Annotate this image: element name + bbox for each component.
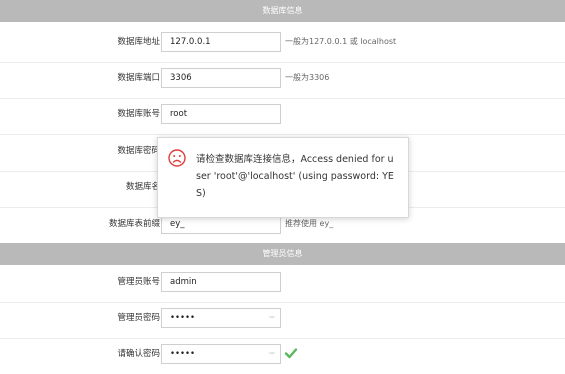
admin-user-row: 管理员账号 admin bbox=[0, 262, 565, 303]
db-user-row: 数据库账号 root bbox=[0, 94, 565, 135]
admin-confirm-row: 请确认密码 ••••• ᵕ·ᵕ bbox=[0, 334, 565, 374]
db-name-label: 数据库名 bbox=[125, 182, 160, 192]
admin-password-value: ••••• bbox=[170, 313, 196, 323]
admin-user-label: 管理员账号 bbox=[117, 277, 160, 287]
db-port-input[interactable]: 3306 bbox=[161, 68, 281, 88]
error-message: 请检查数据库连接信息，Access denied for user 'root'… bbox=[196, 154, 394, 199]
eye-closed-icon[interactable]: ᵕ·ᵕ bbox=[269, 309, 275, 327]
admin-confirm-label: 请确认密码 bbox=[117, 349, 160, 359]
admin-password-input[interactable]: ••••• ᵕ·ᵕ bbox=[161, 308, 281, 328]
db-user-label: 数据库账号 bbox=[117, 109, 160, 119]
db-host-label: 数据库地址 bbox=[117, 37, 160, 47]
db-host-row: 数据库地址 127.0.0.1 一般为127.0.0.1 或 localhost bbox=[0, 22, 565, 63]
db-port-hint: 一般为3306 bbox=[285, 73, 330, 82]
sad-face-icon bbox=[168, 149, 186, 167]
db-password-label: 数据库密码 bbox=[117, 146, 160, 156]
admin-user-input[interactable]: admin bbox=[161, 272, 281, 292]
check-icon bbox=[284, 348, 298, 359]
admin-confirm-value: ••••• bbox=[170, 349, 196, 359]
admin-confirm-input[interactable]: ••••• ᵕ·ᵕ bbox=[161, 344, 281, 364]
db-host-input[interactable]: 127.0.0.1 bbox=[161, 32, 281, 52]
admin-password-row: 管理员密码 ••••• ᵕ·ᵕ bbox=[0, 298, 565, 339]
db-prefix-label: 数据库表前缀 bbox=[108, 219, 160, 229]
error-dialog: 请检查数据库连接信息，Access denied for user 'root'… bbox=[157, 137, 409, 218]
db-user-input[interactable]: root bbox=[161, 104, 281, 124]
db-section-header: 数据库信息 bbox=[0, 0, 565, 22]
eye-closed-icon[interactable]: ᵕ·ᵕ bbox=[269, 345, 275, 363]
admin-password-label: 管理员密码 bbox=[117, 313, 160, 323]
db-port-row: 数据库端口 3306 一般为3306 bbox=[0, 58, 565, 99]
db-host-hint: 一般为127.0.0.1 或 localhost bbox=[285, 37, 397, 46]
db-port-label: 数据库端口 bbox=[117, 73, 160, 83]
